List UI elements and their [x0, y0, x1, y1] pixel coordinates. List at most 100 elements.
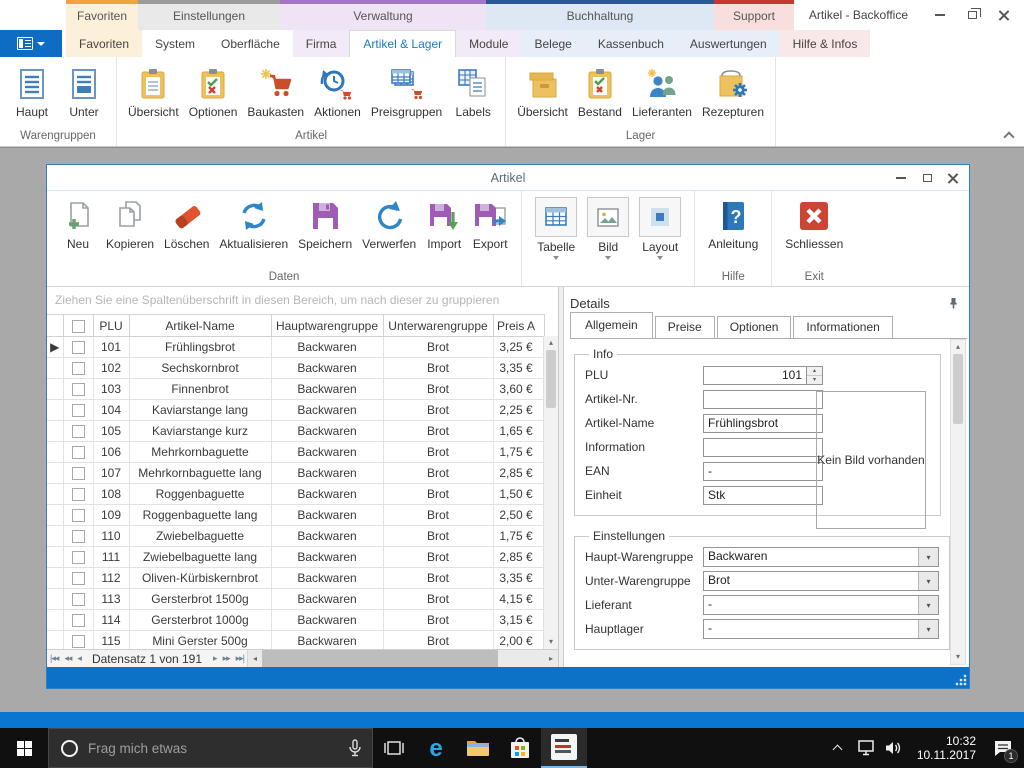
table-row[interactable]: 102SechskornbrotBackwarenBrot3,35 €	[47, 358, 544, 379]
network-icon[interactable]	[853, 728, 879, 768]
chevron-down-icon[interactable]: ▾	[918, 620, 938, 638]
tab-oberflaeche[interactable]: Oberfläche	[208, 30, 293, 57]
cell-preis-a[interactable]: 3,25 €	[493, 337, 544, 358]
context-einstellungen[interactable]: Einstellungen	[138, 0, 280, 30]
lager-rezepturen-button[interactable]: Rezepturen	[697, 63, 769, 121]
context-buchhaltung[interactable]: Buchhaltung	[486, 0, 714, 30]
lager-lieferanten-button[interactable]: Lieferanten	[627, 63, 697, 121]
cell-unterwarengruppe[interactable]: Brot	[383, 421, 493, 442]
layout-dropdown-button[interactable]: Layout	[634, 195, 686, 286]
cell-unterwarengruppe[interactable]: Brot	[383, 505, 493, 526]
cell-unterwarengruppe[interactable]: Brot	[383, 547, 493, 568]
cell-artikel-name[interactable]: Kaviarstange kurz	[129, 421, 271, 442]
cell-preis-a[interactable]: 3,15 €	[493, 610, 544, 631]
resize-grip[interactable]	[955, 674, 967, 686]
cell-preis-a[interactable]: 3,35 €	[493, 568, 544, 589]
unter-warengruppen-button[interactable]: Unter	[58, 63, 110, 121]
row-checkbox[interactable]	[72, 635, 85, 648]
nav-first-button[interactable]: |◂◂	[47, 653, 61, 664]
header-artikel-name[interactable]: Artikel-Name	[129, 315, 271, 337]
row-checkbox-cell[interactable]	[63, 358, 93, 379]
row-checkbox[interactable]	[72, 404, 85, 417]
cell-preis-a[interactable]: 2,25 €	[493, 400, 544, 421]
cell-artikel-name[interactable]: Roggenbaguette	[129, 484, 271, 505]
tab-favoriten[interactable]: Favoriten	[66, 30, 142, 57]
hauptlager-select[interactable]: -▾	[703, 619, 939, 639]
scrollbar-thumb[interactable]	[546, 350, 556, 408]
row-checkbox[interactable]	[72, 341, 85, 354]
child-maximize-button[interactable]	[915, 169, 939, 187]
cell-plu[interactable]: 103	[93, 379, 129, 400]
lager-uebersicht-button[interactable]: Übersicht	[512, 63, 573, 121]
row-checkbox-cell[interactable]	[63, 463, 93, 484]
unter-warengruppe-select[interactable]: Brot▾	[703, 571, 939, 591]
cell-hauptwarengruppe[interactable]: Backwaren	[271, 484, 383, 505]
row-checkbox[interactable]	[72, 551, 85, 564]
table-row[interactable]: 107Mehrkornbaguette langBackwarenBrot2,8…	[47, 463, 544, 484]
tab-informationen[interactable]: Informationen	[793, 316, 892, 338]
nav-last-button[interactable]: ▸▸|	[233, 653, 247, 664]
artikel-window-titlebar[interactable]: Artikel	[47, 165, 969, 191]
table-row[interactable]: 108RoggenbaguetteBackwarenBrot1,50 €	[47, 484, 544, 505]
cell-hauptwarengruppe[interactable]: Backwaren	[271, 526, 383, 547]
cell-preis-a[interactable]: 1,75 €	[493, 442, 544, 463]
artikel-preisgruppen-button[interactable]: Preisgruppen	[366, 63, 447, 121]
file-explorer-button[interactable]	[457, 728, 499, 768]
cell-unterwarengruppe[interactable]: Brot	[383, 442, 493, 463]
cell-unterwarengruppe[interactable]: Brot	[383, 484, 493, 505]
cell-unterwarengruppe[interactable]: Brot	[383, 463, 493, 484]
cell-hauptwarengruppe[interactable]: Backwaren	[271, 421, 383, 442]
row-checkbox-cell[interactable]	[63, 631, 93, 650]
table-row[interactable]: ▶101FrühlingsbrotBackwarenBrot3,25 €	[47, 337, 544, 358]
ribbon-collapse-button[interactable]	[1004, 130, 1014, 140]
pin-icon[interactable]	[948, 297, 959, 309]
cell-artikel-name[interactable]: Roggenbaguette lang	[129, 505, 271, 526]
tab-module[interactable]: Module	[456, 30, 521, 57]
lager-bestand-button[interactable]: Bestand	[573, 63, 627, 121]
cell-unterwarengruppe[interactable]: Brot	[383, 610, 493, 631]
cell-preis-a[interactable]: 3,60 €	[493, 379, 544, 400]
tab-system[interactable]: System	[142, 30, 208, 57]
microphone-icon[interactable]	[348, 739, 362, 757]
table-row[interactable]: 115Mini Gerster 500gBackwarenBrot2,00 €	[47, 631, 544, 650]
cell-plu[interactable]: 101	[93, 337, 129, 358]
cell-artikel-name[interactable]: Gersterbrot 1000g	[129, 610, 271, 631]
context-verwaltung[interactable]: Verwaltung	[280, 0, 486, 30]
tab-optionen[interactable]: Optionen	[717, 316, 792, 338]
cell-preis-a[interactable]: 4,15 €	[493, 589, 544, 610]
cell-artikel-name[interactable]: Oliven-Kürbiskernbrot	[129, 568, 271, 589]
scroll-right-icon[interactable]: ▸	[544, 650, 558, 667]
nav-next-button[interactable]: ▸	[210, 653, 220, 664]
row-checkbox-cell[interactable]	[63, 526, 93, 547]
cell-artikel-name[interactable]: Kaviarstange lang	[129, 400, 271, 421]
cell-plu[interactable]: 105	[93, 421, 129, 442]
cell-plu[interactable]: 108	[93, 484, 129, 505]
row-checkbox-cell[interactable]	[63, 400, 93, 421]
cell-unterwarengruppe[interactable]: Brot	[383, 589, 493, 610]
chevron-down-icon[interactable]: ▾	[918, 548, 938, 566]
cell-plu[interactable]: 113	[93, 589, 129, 610]
tab-artikel-lager[interactable]: Artikel & Lager	[349, 30, 456, 57]
cell-hauptwarengruppe[interactable]: Backwaren	[271, 358, 383, 379]
table-row[interactable]: 112Oliven-KürbiskernbrotBackwarenBrot3,3…	[47, 568, 544, 589]
cell-unterwarengruppe[interactable]: Brot	[383, 358, 493, 379]
nav-prev-button[interactable]: ◂	[74, 653, 84, 664]
cell-preis-a[interactable]: 2,85 €	[493, 463, 544, 484]
nav-prev-page-button[interactable]: ◂◂	[61, 653, 74, 664]
header-unterwarengruppe[interactable]: Unterwarengruppe	[383, 315, 493, 337]
row-checkbox-cell[interactable]	[63, 505, 93, 526]
cell-hauptwarengruppe[interactable]: Backwaren	[271, 631, 383, 650]
tray-expand-button[interactable]	[825, 728, 851, 768]
cell-plu[interactable]: 111	[93, 547, 129, 568]
edge-button[interactable]: e	[415, 728, 457, 768]
table-row[interactable]: 111Zwiebelbaguette langBackwarenBrot2,85…	[47, 547, 544, 568]
cell-hauptwarengruppe[interactable]: Backwaren	[271, 589, 383, 610]
cell-preis-a[interactable]: 1,65 €	[493, 421, 544, 442]
app-menu-button[interactable]	[0, 30, 62, 57]
row-checkbox-cell[interactable]	[63, 379, 93, 400]
information-input[interactable]	[703, 438, 823, 457]
cell-plu[interactable]: 102	[93, 358, 129, 379]
artikel-baukasten-button[interactable]: Baukasten	[242, 63, 309, 121]
bild-dropdown-button[interactable]: Bild	[582, 195, 634, 286]
row-checkbox-cell[interactable]	[63, 610, 93, 631]
